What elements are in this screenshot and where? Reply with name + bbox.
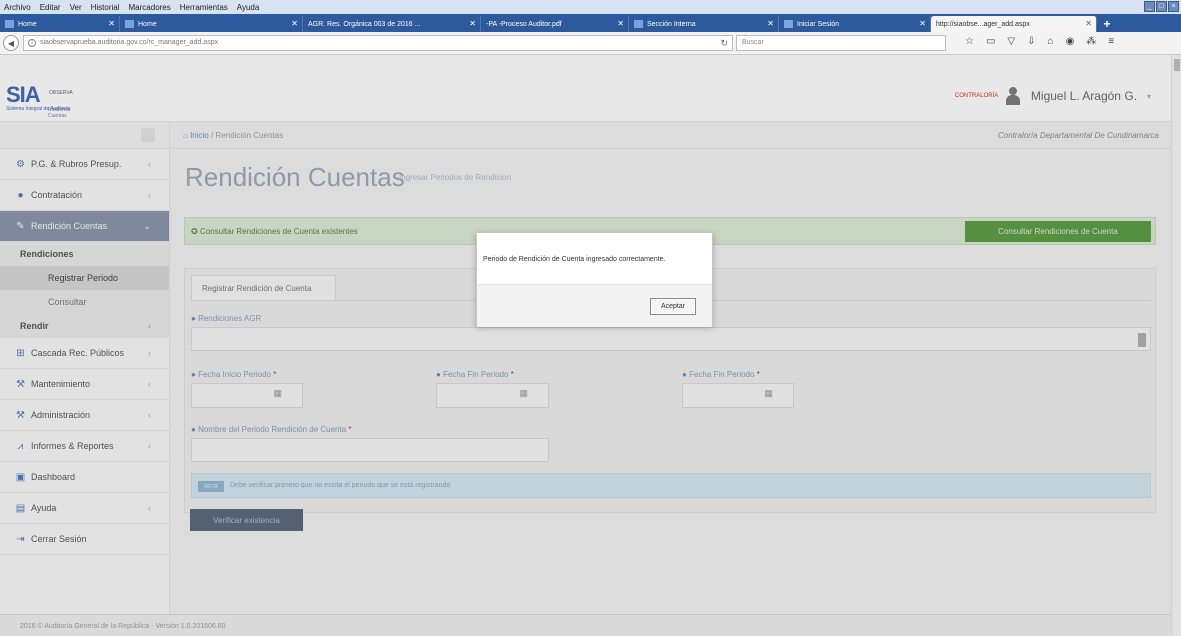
menu-ayuda[interactable]: Ayuda <box>237 3 260 12</box>
close-icon[interactable]: ✕ <box>919 19 926 28</box>
modal-overlay <box>0 55 1181 636</box>
tab-favicon-icon <box>5 20 14 28</box>
browser-tab[interactable]: Iniciar Sesión ✕ <box>779 16 931 32</box>
browser-search-input[interactable]: Buscar <box>736 35 946 51</box>
dialog-message: Periodo de Rendición de Cuenta ingresado… <box>477 233 712 285</box>
tab-label: Sección Interna <box>647 20 696 28</box>
menu-marcadores[interactable]: Marcadores <box>129 3 171 12</box>
browser-tab-active[interactable]: http://siaobse...ager_add.aspx ✕ <box>931 16 1097 32</box>
accept-button[interactable]: Aceptar <box>650 298 696 315</box>
menu-hamburger-icon[interactable]: ≡ <box>1108 36 1114 47</box>
success-dialog: Periodo de Rendición de Cuenta ingresado… <box>476 232 713 327</box>
bookmark-star-icon[interactable]: ☆ <box>965 36 974 47</box>
tab-label: Home <box>138 20 157 28</box>
browser-toolbar: ☆ ▭ ▽ ⇩ ⌂ ◉ ⁂ ≡ <box>965 36 1114 47</box>
close-icon[interactable]: ✕ <box>617 19 624 28</box>
tab-label: -PA -Proceso Auditor.pdf <box>486 20 562 28</box>
close-icon[interactable]: ✕ <box>767 19 774 28</box>
menu-historial[interactable]: Historial <box>91 3 120 12</box>
browser-tabbar: Home ✕ Home ✕ AGR. Res. Orgánica 003 de 20… <box>0 14 1181 32</box>
browser-search-placeholder: Buscar <box>742 39 764 46</box>
tab-label: Iniciar Sesión <box>797 20 840 28</box>
close-window-icon[interactable]: × <box>1168 1 1179 12</box>
browser-tab[interactable]: AGR. Res. Orgánica 003 de 2016 ... ✕ <box>303 16 481 32</box>
new-tab-icon[interactable]: + <box>1097 16 1117 32</box>
tab-label: http://siaobse...ager_add.aspx <box>936 20 1030 28</box>
tab-label: AGR. Res. Orgánica 003 de 2016 ... <box>308 20 421 28</box>
info-icon[interactable]: i <box>28 39 36 47</box>
browser-navbar: ◀ i siaobservaprueba.auditoria.gov.co/rc… <box>0 32 1181 55</box>
menu-archivo[interactable]: Archivo <box>4 3 31 12</box>
back-arrow-icon[interactable]: ◀ <box>3 35 19 51</box>
close-icon[interactable]: ✕ <box>108 19 115 28</box>
tab-favicon-icon <box>125 20 134 28</box>
close-icon[interactable]: ✕ <box>469 19 476 28</box>
dialog-footer: Aceptar <box>477 285 712 327</box>
browser-tab[interactable]: Home ✕ <box>0 16 120 32</box>
sync-icon[interactable]: ◉ <box>1066 36 1075 47</box>
menu-herramientas[interactable]: Herramientas <box>180 3 228 12</box>
download-icon[interactable]: ⇩ <box>1027 36 1035 47</box>
browser-tab[interactable]: Home ✕ <box>120 16 303 32</box>
close-icon[interactable]: ✕ <box>291 19 298 28</box>
url-bar[interactable]: i siaobservaprueba.auditoria.gov.co/rc_m… <box>23 35 733 51</box>
browser-menubar: Archivo Editar Ver Historial Marcadores … <box>0 0 1181 14</box>
extensions-icon[interactable]: ⁂ <box>1086 36 1096 47</box>
maximize-icon[interactable]: □ <box>1156 1 1167 12</box>
clipboard-icon[interactable]: ▭ <box>986 36 995 47</box>
tab-label: Home <box>18 20 37 28</box>
home-icon[interactable]: ⌂ <box>1048 36 1054 47</box>
menu-editar[interactable]: Editar <box>40 3 61 12</box>
pocket-icon[interactable]: ▽ <box>1007 36 1015 47</box>
close-icon[interactable]: ✕ <box>1085 19 1092 28</box>
reload-icon[interactable]: ↻ <box>720 36 728 50</box>
browser-tab[interactable]: -PA -Proceso Auditor.pdf ✕ <box>481 16 629 32</box>
menu-ver[interactable]: Ver <box>70 3 82 12</box>
minimize-icon[interactable]: _ <box>1144 1 1155 12</box>
tab-favicon-icon <box>784 20 793 28</box>
url-text: siaobservaprueba.auditoria.gov.co/rc_man… <box>40 39 219 46</box>
window-controls: _ □ × <box>1144 1 1179 12</box>
tab-favicon-icon <box>634 20 643 28</box>
browser-tab[interactable]: Sección Interna ✕ <box>629 16 779 32</box>
